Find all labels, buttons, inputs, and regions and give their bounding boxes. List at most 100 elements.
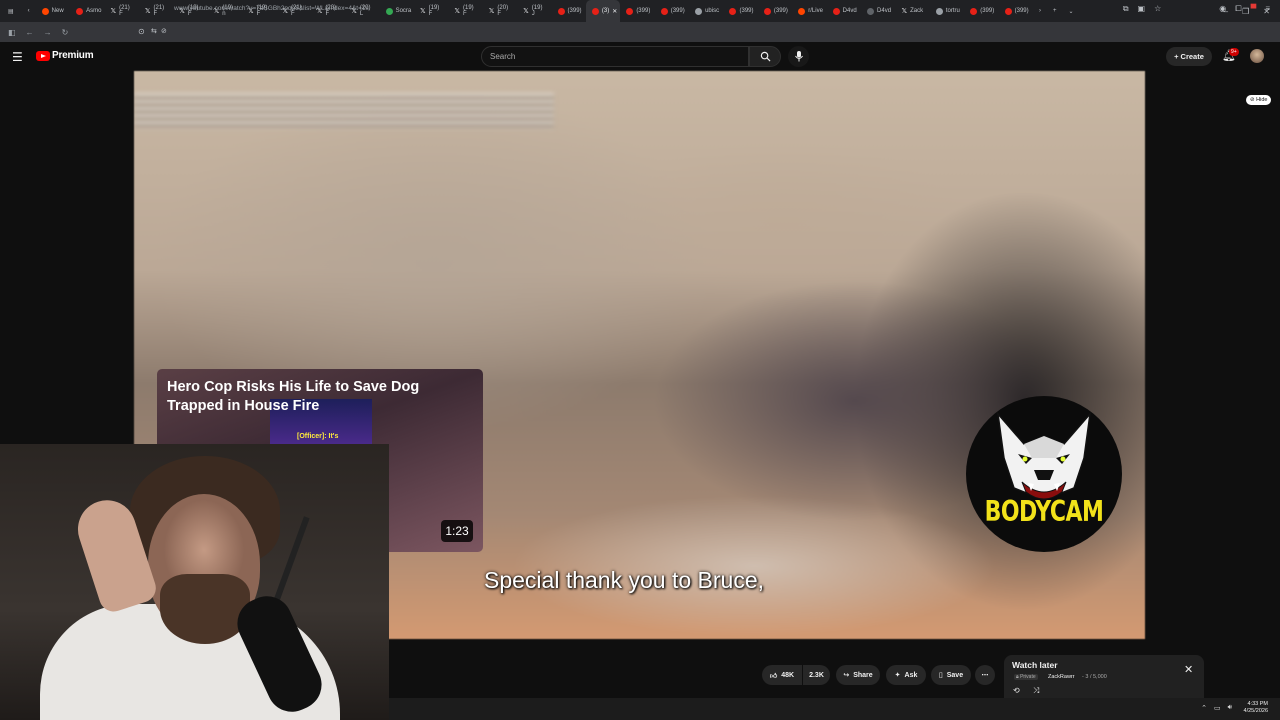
tab-label: (20) F xyxy=(497,5,509,17)
channel-logo-bodycam[interactable]: BODYCAM xyxy=(966,396,1122,552)
playlist-owner[interactable]: ZackRawrr xyxy=(1048,674,1075,680)
browser-menu-icon[interactable]: ≡ xyxy=(1265,4,1270,14)
guide-menu-icon[interactable]: ☰ xyxy=(12,50,23,64)
taskbar-clock[interactable]: 4:33 PM 4/25/2026 xyxy=(1244,701,1268,715)
search-icon xyxy=(760,51,770,62)
tray-chevron-icon[interactable]: ⌃ xyxy=(1201,704,1207,712)
tab-label: (19) J xyxy=(531,5,543,17)
create-button[interactable]: + Create xyxy=(1166,47,1212,66)
socra-icon xyxy=(385,7,393,15)
save-button[interactable]: ▯ Save xyxy=(931,665,971,685)
browser-tab[interactable]: 𝕏 Zack xyxy=(895,0,929,22)
tab-label: r/Live xyxy=(808,8,823,14)
flag-icon[interactable]: ▀ xyxy=(1251,4,1257,14)
tab-label: (19) F xyxy=(428,5,440,17)
profile-icon[interactable]: ◉ xyxy=(1219,4,1226,14)
hide-label: Hide xyxy=(1256,97,1268,103)
account-avatar[interactable] xyxy=(1250,49,1264,63)
more-actions-button[interactable]: ⋯ xyxy=(975,665,995,685)
x-icon: 𝕏 xyxy=(454,7,460,15)
share-button[interactable]: ↪ Share xyxy=(836,665,880,685)
sparkle-icon: ✦ xyxy=(894,672,901,679)
browser-tab[interactable]: 𝕏 (21) F xyxy=(139,0,173,22)
tab-label: ubisc xyxy=(705,8,720,14)
bookmark-star-icon[interactable]: ☆ xyxy=(1154,4,1161,14)
forward-icon[interactable]: → xyxy=(44,28,52,37)
youtube-icon xyxy=(1004,7,1012,15)
browser-tab[interactable]: (399) xyxy=(999,0,1033,22)
browser-tab[interactable]: New xyxy=(36,0,70,22)
tab-label: (399) xyxy=(739,8,754,14)
youtube-icon xyxy=(832,7,840,15)
extensions-icon[interactable]: ⧠ xyxy=(1235,4,1241,14)
browser-tab[interactable]: 𝕏 (19) F xyxy=(414,0,448,22)
browser-tab[interactable]: 𝕏 (19) J xyxy=(517,0,551,22)
youtube-logo-icon[interactable] xyxy=(36,51,50,61)
browser-tab[interactable]: (3) ✕ xyxy=(585,0,621,22)
site-info-icon[interactable]: ⊙ xyxy=(138,27,145,36)
close-tab-icon[interactable]: ✕ xyxy=(612,8,617,15)
tab-label: tortru xyxy=(945,8,960,14)
tab-label: Socra xyxy=(395,8,412,14)
back-icon[interactable]: ← xyxy=(26,28,34,37)
ask-button[interactable]: ✦ Ask xyxy=(886,665,926,685)
new-tab-button[interactable]: + xyxy=(1047,0,1063,22)
search-input[interactable]: Search xyxy=(481,46,749,67)
browser-tab[interactable]: D4vd xyxy=(861,0,895,22)
browser-tab[interactable]: D4vd xyxy=(827,0,861,22)
video-frame-blur xyxy=(134,93,554,129)
microphone-icon xyxy=(794,51,803,62)
ask-label: Ask xyxy=(904,671,918,679)
webcam-person-beard xyxy=(160,574,250,644)
browser-tab[interactable]: tortru xyxy=(930,0,964,22)
browser-tab[interactable]: r/Live xyxy=(792,0,826,22)
reddit-icon xyxy=(41,7,49,15)
tune-icon[interactable]: ⇆ xyxy=(151,27,157,35)
browser-tab[interactable]: 𝕏 (21) F xyxy=(104,0,138,22)
tab-scroll-left[interactable]: ‹ xyxy=(22,0,36,22)
hide-overlay-button[interactable]: ⊘ Hide xyxy=(1246,95,1272,105)
channel-logo-text: BODYCAM xyxy=(984,496,1104,529)
search-button[interactable] xyxy=(749,46,781,67)
close-playlist-icon[interactable]: ✕ xyxy=(1184,663,1193,676)
shuffle-icon[interactable]: ⤨ xyxy=(1033,686,1039,696)
browser-tab[interactable]: (399) xyxy=(723,0,757,22)
browser-tab[interactable]: ubisc xyxy=(689,0,723,22)
url-field[interactable]: www.youtube.com/watch?v=7aSGBh2pqo8&list… xyxy=(174,5,369,12)
browser-tab[interactable]: (399) xyxy=(655,0,689,22)
thumbs-up-icon: 👍︎ xyxy=(769,672,778,680)
browser-tab[interactable]: (399) xyxy=(964,0,998,22)
browser-tab[interactable]: 𝕏 (19) F xyxy=(448,0,482,22)
dislike-button[interactable]: 2.3K xyxy=(803,665,830,685)
eye-off-icon[interactable]: ⊘ xyxy=(161,27,167,35)
browser-tab[interactable]: 𝕏 (20) F xyxy=(483,0,517,22)
playlist-title[interactable]: Watch later xyxy=(1012,660,1058,670)
tab-search-icon[interactable]: ▤ xyxy=(0,0,22,22)
volume-icon[interactable]: 🔊︎ xyxy=(1228,704,1232,712)
youtube-icon xyxy=(660,7,668,15)
network-icon[interactable]: ▭ xyxy=(1214,704,1221,712)
tab-menu-icon[interactable]: ⌄ xyxy=(1063,0,1080,22)
youtube-premium-logo[interactable]: Premium xyxy=(52,50,94,61)
like-button[interactable]: 👍︎ 48K xyxy=(762,665,802,685)
privacy-badge: 🔒︎ Private xyxy=(1014,674,1038,680)
browser-tab[interactable]: (399) xyxy=(620,0,654,22)
sidebar-toggle-icon[interactable]: ◧ xyxy=(8,28,16,37)
browser-tab[interactable]: (399) xyxy=(552,0,586,22)
loop-icon[interactable]: ⟲ xyxy=(1013,686,1020,695)
browser-tab[interactable]: Asmo xyxy=(70,0,104,22)
tab-scroll-right[interactable]: › xyxy=(1033,0,1047,22)
picture-in-picture-icon[interactable]: ▣ xyxy=(1138,4,1146,14)
voice-search-button[interactable] xyxy=(788,46,809,67)
install-icon[interactable]: ⧉ xyxy=(1123,4,1129,14)
tab-label: D4vd xyxy=(877,8,892,14)
address-bar: ◧ ← → ↻ xyxy=(0,22,1280,42)
youtube-icon xyxy=(591,7,599,15)
browser-tab[interactable]: Socra xyxy=(380,0,414,22)
youtube-icon xyxy=(626,7,634,15)
tab-label: Zack xyxy=(910,8,924,14)
youtube-masthead: ☰ Premium Search + Create 🔔︎ 9+ xyxy=(0,42,1280,71)
x-icon: 𝕏 xyxy=(523,7,529,15)
browser-tab[interactable]: (399) xyxy=(758,0,792,22)
reload-icon[interactable]: ↻ xyxy=(62,28,69,37)
